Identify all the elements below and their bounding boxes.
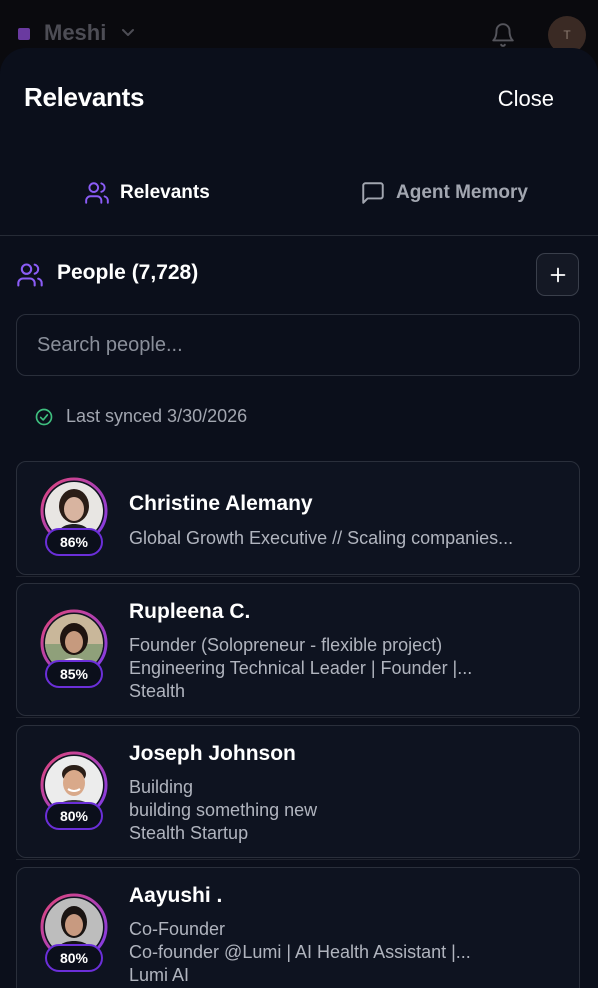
- person-company: Stealth Startup: [129, 823, 249, 843]
- avatar: 85%: [39, 608, 109, 688]
- divider: [16, 859, 580, 860]
- check-circle-icon: [35, 408, 53, 425]
- match-badge: 80%: [45, 944, 103, 972]
- search-people-input[interactable]: [16, 314, 580, 376]
- person-headline: Global Growth Executive // Scaling compa…: [129, 528, 514, 548]
- person-headline: Co-founder @Lumi | AI Health Assistant |…: [129, 942, 471, 962]
- match-badge: 85%: [45, 660, 103, 688]
- users-icon: [85, 182, 109, 204]
- divider: [16, 576, 580, 577]
- divider: [16, 717, 580, 718]
- tab-bar: Relevants Agent Memory: [0, 164, 598, 236]
- person-card[interactable]: 86% Christine Alemany Global Growth Exec…: [16, 461, 580, 575]
- person-name: Christine Alemany: [129, 492, 313, 515]
- close-button[interactable]: Close: [498, 86, 554, 112]
- plus-icon: [550, 267, 565, 282]
- tab-agent-memory[interactable]: Agent Memory: [360, 178, 528, 208]
- avatar: 80%: [39, 750, 109, 830]
- person-name: Joseph Johnson: [129, 742, 296, 765]
- person-card[interactable]: 85% Rupleena C. Founder (Solopreneur - f…: [16, 583, 580, 716]
- match-badge: 86%: [45, 528, 103, 556]
- person-company: Stealth: [129, 681, 186, 701]
- chat-icon: [362, 182, 384, 204]
- tab-relevants-label: Relevants: [120, 182, 210, 203]
- add-person-button[interactable]: [536, 253, 579, 296]
- people-count-title: People (7,728): [57, 261, 199, 284]
- sync-text: Last synced 3/30/2026: [66, 406, 248, 426]
- person-name: Rupleena C.: [129, 600, 251, 623]
- app-name[interactable]: Meshi: [44, 20, 106, 46]
- person-company: Lumi AI: [129, 965, 190, 985]
- relevants-panel: Relevants Close Relevants Agent Memory P…: [0, 48, 598, 988]
- person-headline: building something new: [129, 800, 318, 820]
- bell-icon[interactable]: [490, 22, 516, 48]
- person-title: Founder (Solopreneur - flexible project): [129, 635, 443, 655]
- panel-title: Relevants: [24, 82, 145, 112]
- person-card[interactable]: 80% Joseph Johnson Building building som…: [16, 725, 580, 858]
- app-logo-icon: [18, 28, 30, 40]
- avatar: 86%: [39, 476, 109, 556]
- users-icon: [17, 263, 43, 287]
- person-title: Building: [129, 777, 194, 797]
- person-title: Co-Founder: [129, 919, 226, 939]
- match-badge: 80%: [45, 802, 103, 830]
- person-headline: Engineering Technical Leader | Founder |…: [129, 658, 473, 678]
- person-name: Aayushi .: [129, 884, 223, 907]
- chevron-down-icon[interactable]: [120, 24, 136, 40]
- avatar: 80%: [39, 892, 109, 972]
- tab-relevants[interactable]: Relevants: [84, 178, 210, 208]
- sync-status: Last synced 3/30/2026: [34, 406, 247, 427]
- people-header: People (7,728): [16, 253, 582, 297]
- tab-agent-memory-label: Agent Memory: [396, 182, 528, 203]
- person-card[interactable]: 80% Aayushi . Co-Founder Co-founder @Lum…: [16, 867, 580, 988]
